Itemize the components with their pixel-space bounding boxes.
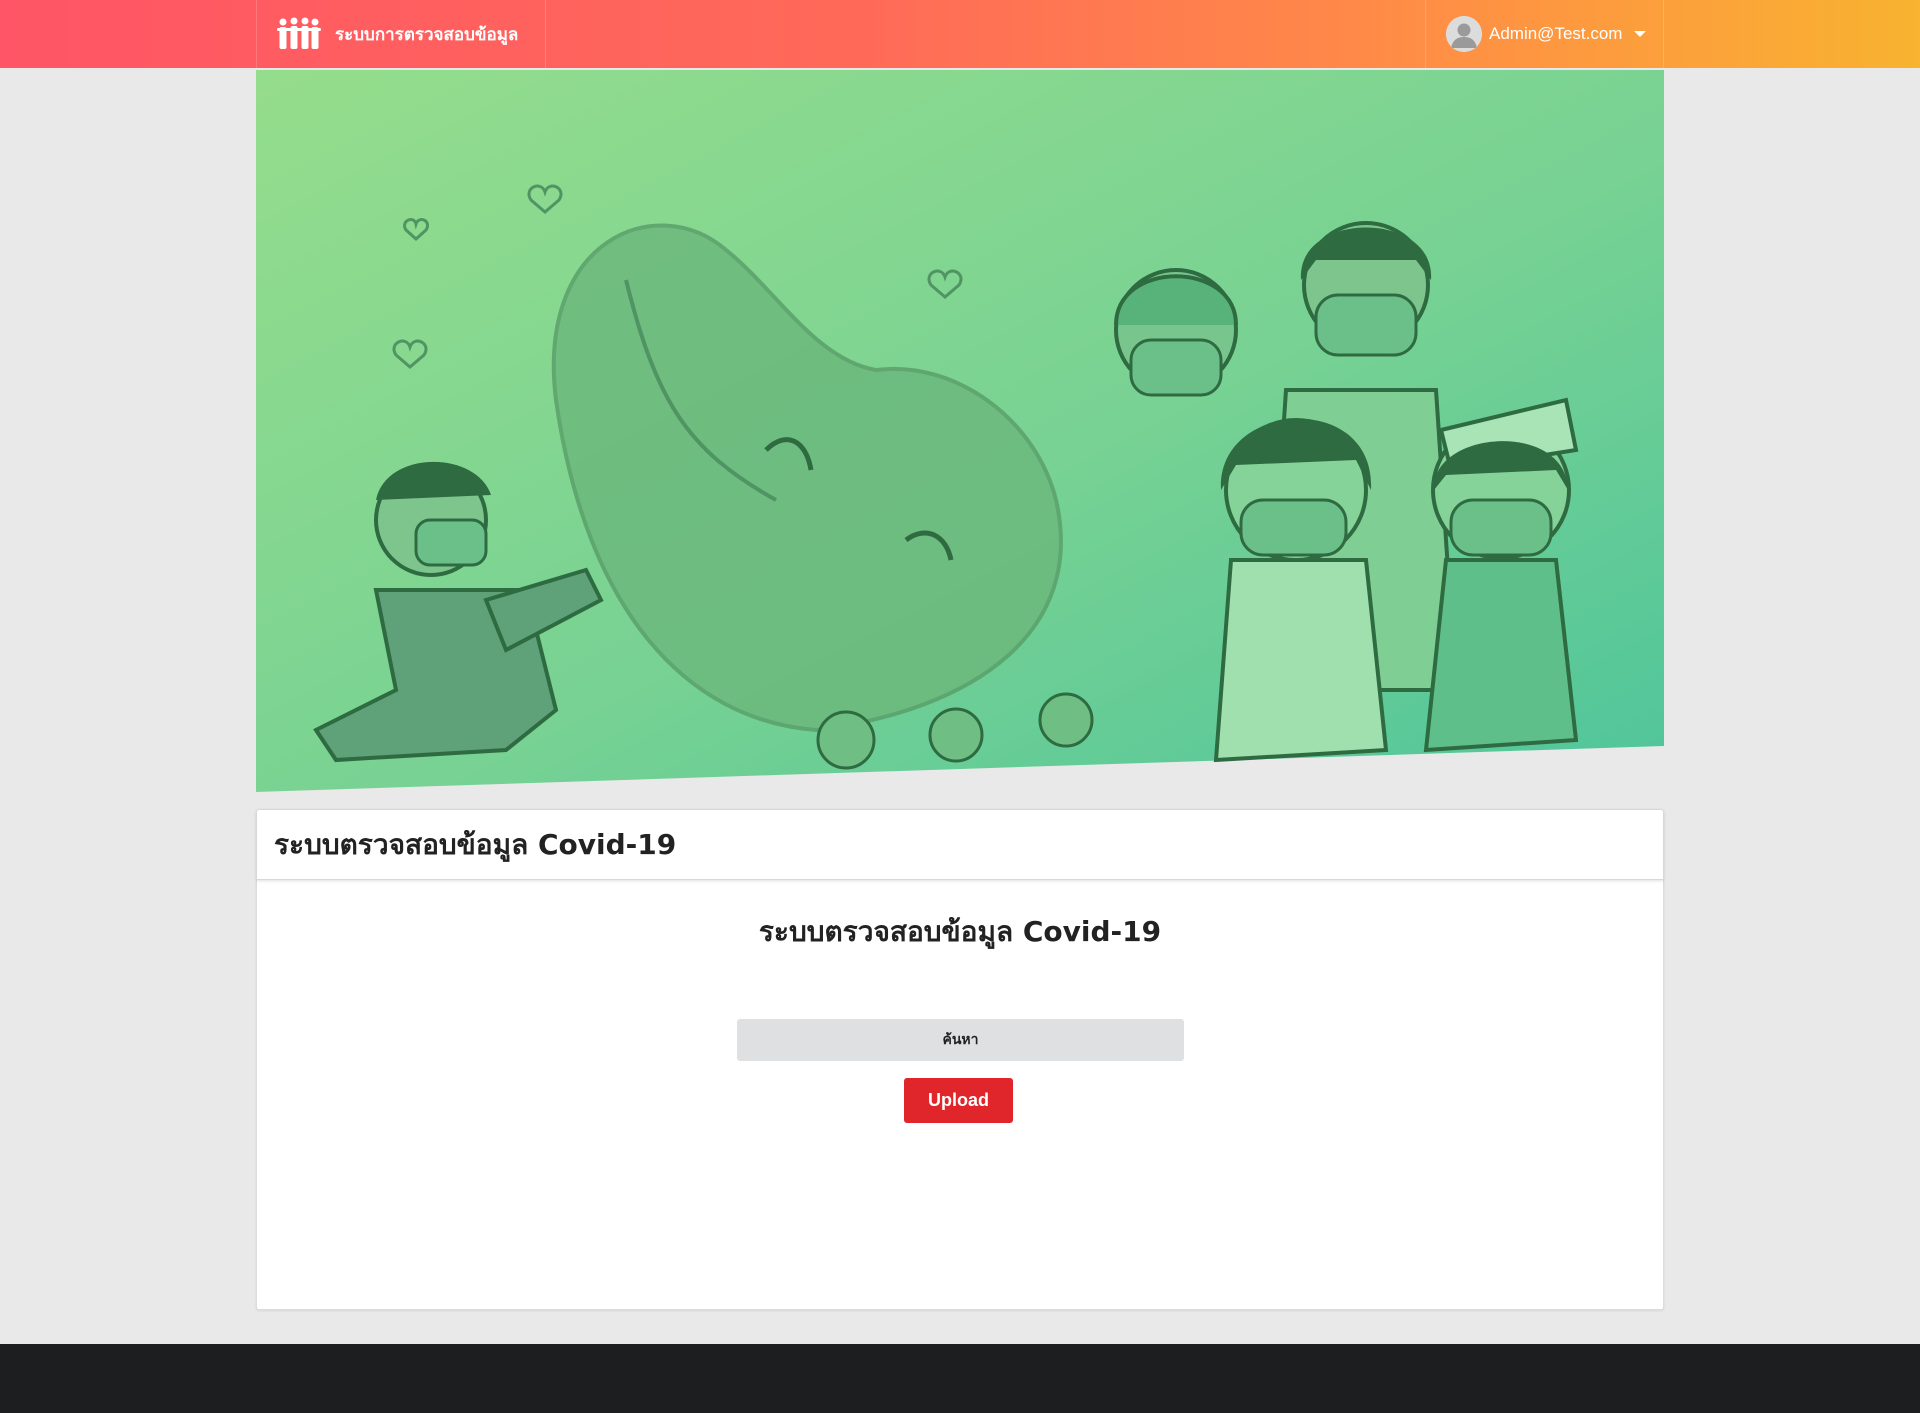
page-title: ระบบตรวจสอบข้อมูล Covid-19 [758, 915, 1162, 948]
user-menu-dropdown[interactable]: Admin@Test.com [1425, 0, 1664, 68]
top-navbar: ระบบการตรวจสอบข้อมูล Admin@Test.com [0, 0, 1920, 68]
caret-down-icon [1634, 31, 1647, 37]
card-body: ระบบตรวจสอบข้อมูล Covid-19 ค้นหา Upload [256, 880, 1664, 1310]
upload-button[interactable]: Upload [904, 1078, 1013, 1123]
user-avatar-icon [1446, 16, 1482, 52]
card-header: ระบบตรวจสอบข้อมูล Covid-19 [256, 809, 1664, 880]
user-email: Admin@Test.com [1489, 24, 1623, 43]
hero-banner-image [256, 70, 1664, 792]
brand-link[interactable]: ระบบการตรวจสอบข้อมูล [256, 0, 546, 68]
people-group-icon [277, 17, 321, 49]
search-button[interactable]: ค้นหา [737, 1019, 1184, 1061]
brand-title: ระบบการตรวจสอบข้อมูล [335, 24, 519, 45]
page-footer [0, 1344, 1920, 1413]
card-header-title: ระบบตรวจสอบข้อมูล Covid-19 [274, 827, 677, 861]
